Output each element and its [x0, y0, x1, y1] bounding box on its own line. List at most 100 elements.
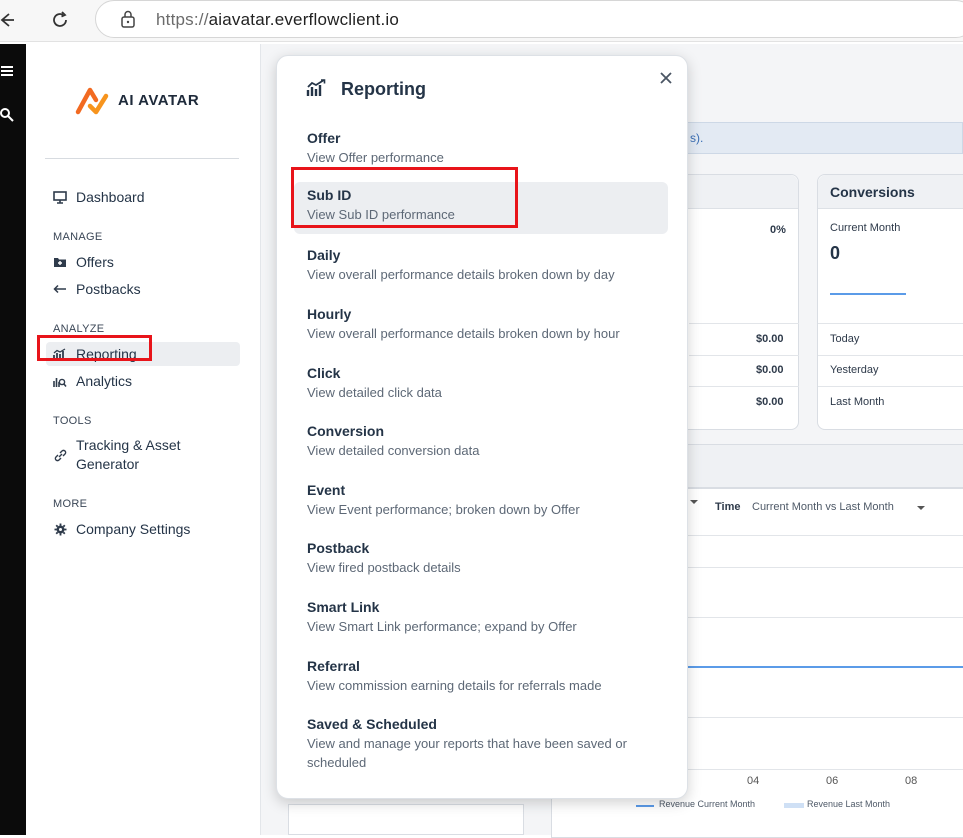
chart-series-line — [688, 666, 963, 668]
sidebar-item-label: Dashboard — [76, 189, 145, 205]
legend-last-label: Revenue Last Month — [807, 799, 891, 809]
menu-item-saved-scheduled[interactable]: Saved & Scheduled View and manage your r… — [294, 711, 668, 776]
search-icon[interactable] — [0, 108, 14, 127]
close-icon[interactable] — [655, 68, 677, 90]
menu-item-label: Daily — [307, 247, 341, 263]
last-month-label: Last Month — [830, 396, 885, 408]
logo-text: AI AVATAR — [118, 91, 200, 109]
current-month-label: Current Month — [830, 222, 901, 234]
row-divider — [689, 323, 799, 324]
conversions-card: Conversions Current Month 0 Today Yester… — [817, 174, 963, 430]
sidebar-item-tracking-asset-generator[interactable]: Tracking & Asset Generator — [46, 434, 240, 476]
yesterday-label: Yesterday — [830, 364, 879, 376]
analytics-magnifier-icon — [52, 373, 68, 389]
tracking-label-line2: Generator — [76, 456, 140, 472]
legend-swatch-last — [784, 803, 804, 808]
menu-item-click[interactable]: Click View detailed click data — [294, 360, 668, 406]
menu-item-referral[interactable]: Referral View commission earning details… — [294, 653, 668, 699]
today-label: Today — [830, 333, 860, 345]
menu-item-smart-link[interactable]: Smart Link View Smart Link performance; … — [294, 594, 668, 640]
return-arrow-icon — [52, 281, 68, 297]
dropdown-caret-icon[interactable] — [690, 500, 698, 504]
section-analyze: ANALYZE — [53, 323, 105, 335]
hamburger-menu-icon[interactable] — [0, 64, 14, 82]
menu-item-desc: View Smart Link performance; expand by O… — [307, 619, 577, 634]
menu-item-label: Conversion — [307, 423, 385, 439]
sidebar-item-offers[interactable]: Offers — [46, 250, 240, 274]
x-tick-label: 06 — [826, 775, 839, 787]
notice-text: s). — [690, 131, 704, 145]
menu-item-daily[interactable]: Daily View overall performance details b… — [294, 242, 668, 288]
row-divider — [689, 386, 799, 387]
refresh-icon[interactable] — [48, 8, 72, 32]
sidebar-item-postbacks[interactable]: Postbacks — [46, 277, 240, 301]
link-gear-icon — [52, 447, 68, 463]
highlight-box-reporting — [37, 335, 152, 361]
menu-item-desc-line2: scheduled — [307, 755, 367, 770]
menu-item-desc: View overall performance details broken … — [307, 267, 615, 282]
menu-item-label: Postback — [307, 540, 370, 556]
info-notice: s). — [681, 122, 963, 154]
url-host: aiavatar.everflowclient.io — [208, 10, 400, 29]
menu-item-label: Saved & Scheduled — [307, 716, 437, 732]
sidebar-item-label: Offers — [76, 254, 114, 270]
sidebar-divider — [45, 158, 239, 159]
menu-item-label: Smart Link — [307, 599, 380, 615]
lock-icon — [120, 10, 140, 30]
menu-item-desc: View commission earning details for refe… — [307, 678, 602, 693]
time-filter-label: Time — [715, 501, 741, 513]
legend-current-label: Revenue Current Month — [659, 799, 756, 809]
menu-item-label: Hourly — [307, 306, 352, 322]
popup-title: Reporting — [341, 79, 426, 99]
app-rail — [0, 44, 26, 835]
row-divider — [818, 355, 963, 356]
menu-item-desc-line1: View and manage your reports that have b… — [307, 736, 627, 751]
tracking-label-line1: Tracking & Asset — [76, 437, 181, 453]
chevron-down-icon[interactable] — [917, 506, 925, 510]
row-divider — [818, 323, 963, 324]
url-text: https://aiavatar.everflowclient.io — [156, 10, 399, 30]
menu-item-hourly[interactable]: Hourly View overall performance details … — [294, 301, 668, 347]
menu-item-event[interactable]: Event View Event performance; broken dow… — [294, 477, 668, 523]
sidebar-item-label: Analytics — [76, 373, 133, 389]
url-protocol: https:// — [156, 10, 209, 29]
menu-item-label: Click — [307, 365, 341, 381]
highlight-box-sub-id — [291, 167, 518, 228]
row-divider — [818, 386, 963, 387]
sidebar-item-label: Postbacks — [76, 281, 141, 297]
menu-item-desc: View fired postback details — [307, 560, 461, 575]
amount-value: $0.00 — [756, 333, 784, 345]
browser-toolbar: https://aiavatar.everflowclient.io — [0, 0, 963, 42]
menu-item-conversion[interactable]: Conversion View detailed conversion data — [294, 418, 668, 464]
row-divider — [689, 355, 799, 356]
back-arrow-icon[interactable] — [0, 8, 18, 32]
menu-item-desc: View detailed click data — [307, 385, 442, 400]
sidebar-item-analytics[interactable]: Analytics — [46, 369, 240, 393]
amount-value: $0.00 — [756, 364, 784, 376]
menu-item-offer[interactable]: Offer View Offer performance — [294, 125, 668, 171]
sidebar: AI AVATAR Dashboard MANAGE Offers Postba… — [26, 44, 261, 835]
monitor-icon — [52, 189, 68, 205]
section-manage: MANAGE — [53, 231, 103, 243]
sparkline — [830, 293, 906, 295]
sidebar-item-company-settings[interactable]: Company Settings — [46, 517, 240, 541]
sidebar-item-label: Company Settings — [76, 521, 191, 537]
gear-icon — [52, 521, 68, 537]
sidebar-item-dashboard[interactable]: Dashboard — [46, 185, 240, 209]
bottom-panel — [288, 804, 524, 835]
menu-item-label: Event — [307, 482, 346, 498]
chart-trend-icon — [306, 79, 330, 99]
menu-item-desc: View Event performance; broken down by O… — [307, 502, 580, 517]
menu-item-desc: View detailed conversion data — [307, 443, 480, 458]
time-filter-value[interactable]: Current Month vs Last Month — [752, 501, 894, 513]
conversions-card-title: Conversions — [818, 175, 963, 209]
address-bar[interactable]: https://aiavatar.everflowclient.io — [95, 0, 963, 38]
folder-plus-icon — [52, 254, 68, 270]
x-tick-label: 04 — [747, 775, 760, 787]
menu-item-label: Offer — [307, 130, 341, 146]
menu-item-postback[interactable]: Postback View fired postback details — [294, 535, 668, 581]
legend-swatch-current — [636, 805, 654, 807]
logo[interactable]: AI AVATAR — [74, 84, 199, 116]
menu-item-desc: View Offer performance — [307, 150, 444, 165]
sidebar-item-label: Tracking & Asset Generator — [76, 436, 181, 474]
